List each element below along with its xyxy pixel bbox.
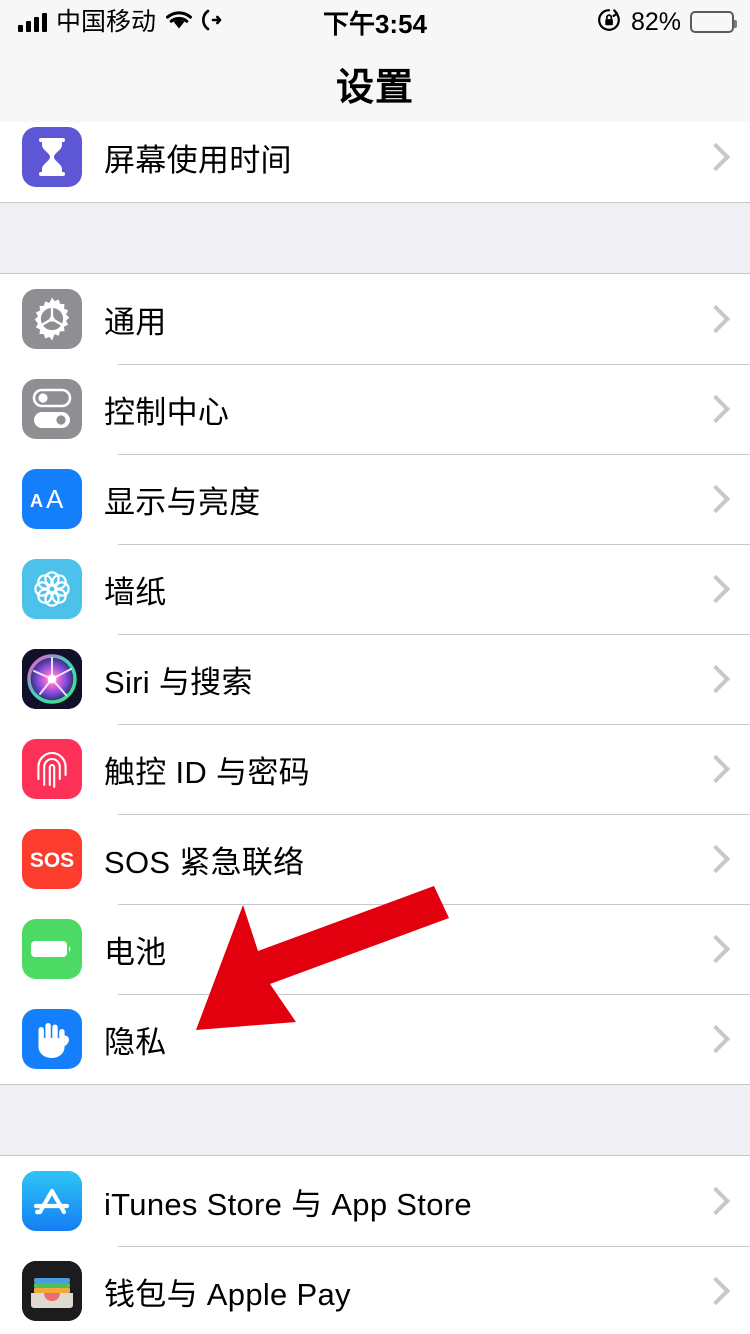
- settings-row-label: 通用: [104, 304, 167, 340]
- wallet-icon: [22, 1261, 82, 1321]
- chevron-right-icon: [706, 665, 726, 693]
- rotation-lock-icon: [596, 7, 622, 38]
- navigation-bar: 设置: [0, 44, 750, 122]
- chevron-right-icon: [706, 845, 726, 873]
- chevron-right-icon: [706, 1277, 726, 1305]
- settings-row-label: 墙纸: [104, 574, 167, 610]
- status-bar-right: 82%: [596, 0, 737, 44]
- battery-icon: [22, 919, 82, 979]
- chevron-right-icon: [706, 1187, 726, 1215]
- settings-row-wallet[interactable]: 钱包与 Apple Pay: [0, 1246, 750, 1334]
- flower-icon: [22, 559, 82, 619]
- settings-row-label: 屏幕使用时间: [104, 142, 292, 178]
- sos-icon: SOS: [22, 829, 82, 889]
- gear-icon: [22, 289, 82, 349]
- chevron-right-icon: [706, 485, 726, 513]
- settings-row-label: 控制中心: [104, 394, 230, 430]
- settings-row-toggles[interactable]: 控制中心: [0, 364, 750, 454]
- toggles-icon: [22, 379, 82, 439]
- settings-row-aa-text[interactable]: A A 显示与亮度: [0, 454, 750, 544]
- hourglass-icon: [22, 127, 82, 187]
- chevron-right-icon: [706, 143, 726, 171]
- battery-icon: [690, 11, 737, 33]
- settings-row-label: 钱包与 Apple Pay: [104, 1276, 351, 1312]
- settings-row-hourglass[interactable]: 屏幕使用时间: [0, 122, 750, 202]
- settings-row-siri-orb[interactable]: Siri 与搜索: [0, 634, 750, 724]
- settings-row-hand[interactable]: 隐私: [0, 994, 750, 1084]
- settings-row-label: SOS 紧急联络: [104, 844, 305, 880]
- aa-text-icon: A A: [22, 469, 82, 529]
- fingerprint-icon: [22, 739, 82, 799]
- chevron-right-icon: [706, 305, 726, 333]
- svg-text:SOS: SOS: [30, 849, 74, 872]
- settings-row-label: 隐私: [104, 1024, 167, 1060]
- chevron-right-icon: [706, 575, 726, 603]
- chevron-right-icon: [706, 935, 726, 963]
- siri-orb-icon: [22, 649, 82, 709]
- settings-row-label: iTunes Store 与 App Store: [104, 1186, 472, 1222]
- settings-screen: 中国移动 下午3:54 82% 设置 屏幕使用时间 通用 控制中心 A A 显示…: [0, 0, 750, 1334]
- settings-list[interactable]: 屏幕使用时间 通用 控制中心 A A 显示与亮度 墙纸 Siri 与搜索 触控 …: [0, 122, 750, 1334]
- chevron-right-icon: [706, 395, 726, 423]
- clock-label: 下午3:54: [322, 8, 428, 39]
- chevron-right-icon: [706, 1025, 726, 1053]
- settings-row-label: 显示与亮度: [104, 484, 261, 520]
- status-bar: 中国移动 下午3:54 82%: [0, 0, 750, 44]
- settings-row-gear[interactable]: 通用: [0, 274, 750, 364]
- system-group: 通用 控制中心 A A 显示与亮度 墙纸 Siri 与搜索 触控 ID 与密码 …: [0, 274, 750, 1084]
- app-store-icon: [22, 1171, 82, 1231]
- screen-time-group: 屏幕使用时间: [0, 122, 750, 202]
- settings-row-fingerprint[interactable]: 触控 ID 与密码: [0, 724, 750, 814]
- settings-row-label: Siri 与搜索: [104, 664, 253, 700]
- settings-row-battery[interactable]: 电池: [0, 904, 750, 994]
- section-gap-1: [0, 202, 750, 274]
- battery-percent-label: 82%: [630, 7, 681, 36]
- section-gap-2: [0, 1084, 750, 1156]
- settings-row-sos[interactable]: SOS SOS 紧急联络: [0, 814, 750, 904]
- stores-group: iTunes Store 与 App Store 钱包与 Apple Pay: [0, 1156, 750, 1334]
- settings-row-label: 触控 ID 与密码: [104, 754, 310, 790]
- chevron-right-icon: [706, 755, 726, 783]
- settings-row-flower[interactable]: 墙纸: [0, 544, 750, 634]
- settings-row-app-store[interactable]: iTunes Store 与 App Store: [0, 1156, 750, 1246]
- page-title: 设置: [335, 66, 414, 109]
- svg-text:A: A: [30, 491, 43, 511]
- svg-text:A: A: [46, 484, 64, 514]
- hand-icon: [22, 1009, 82, 1069]
- settings-row-label: 电池: [104, 934, 167, 970]
